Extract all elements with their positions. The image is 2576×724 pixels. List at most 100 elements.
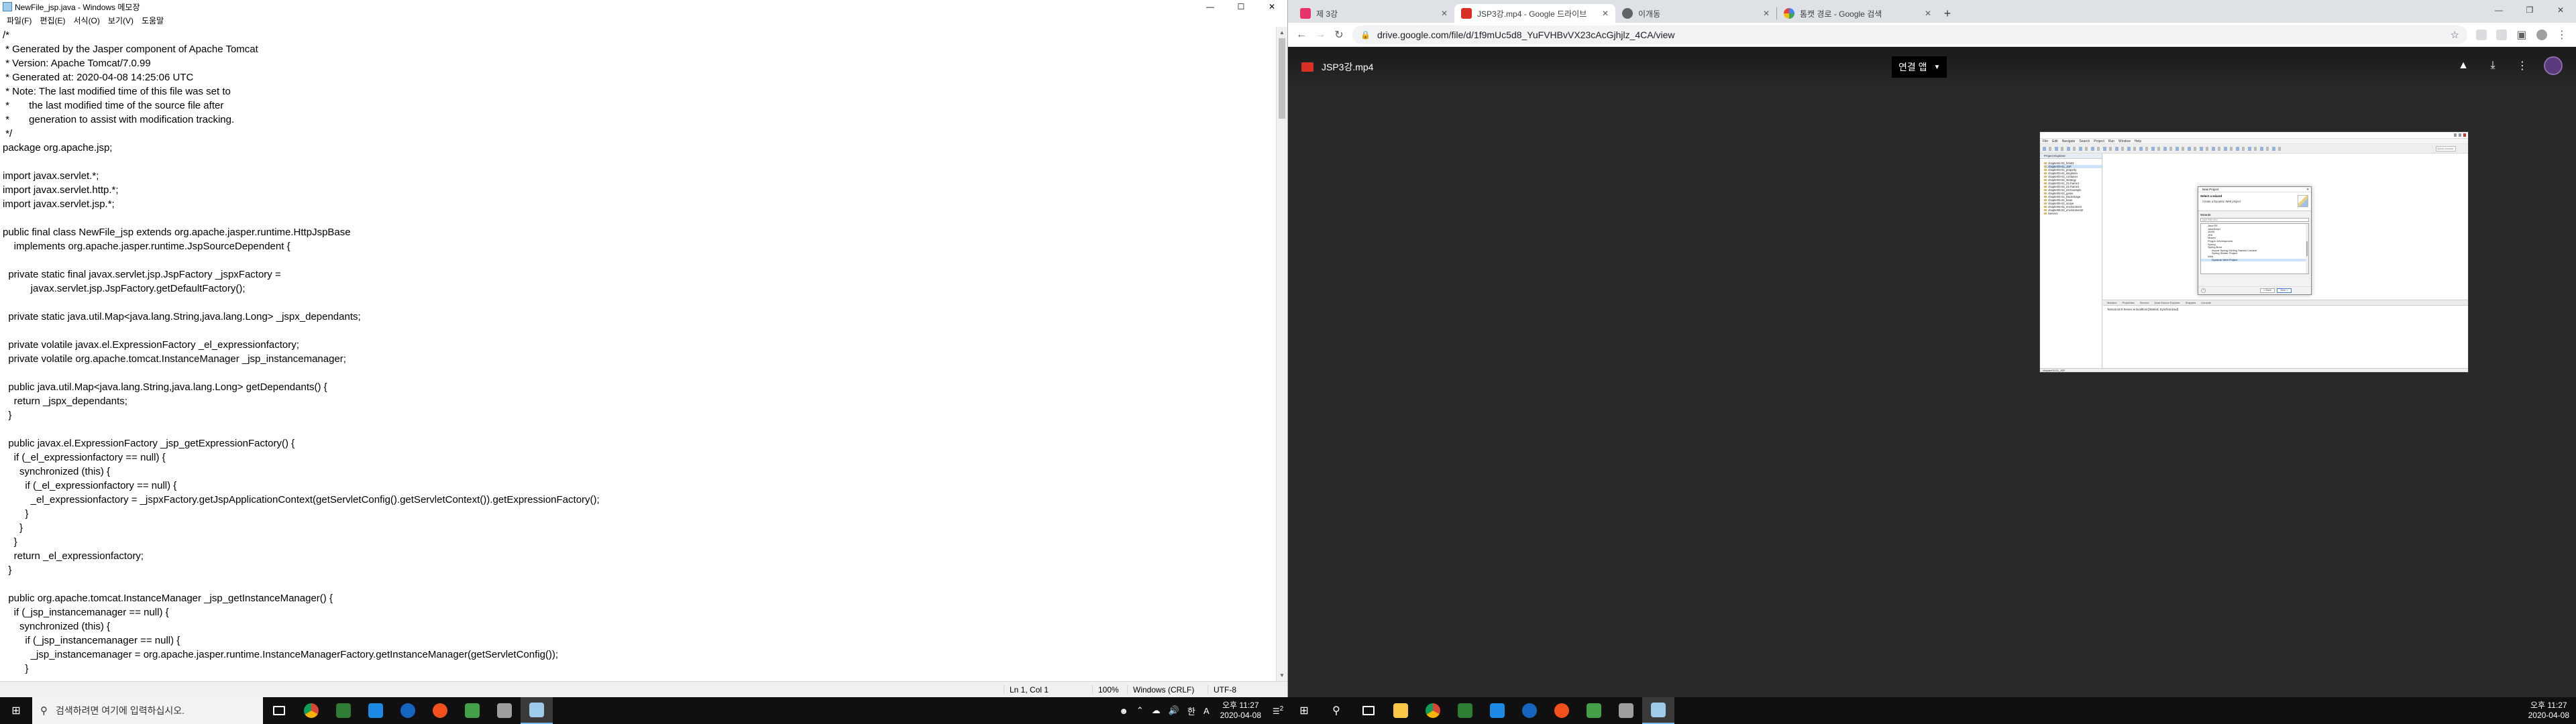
more-vert-icon[interactable]: ⋮: [2514, 59, 2530, 72]
scrollbar-thumb[interactable]: [1279, 38, 1285, 119]
code-line: */: [3, 128, 13, 139]
app-icon-green-2[interactable]: [1578, 697, 1610, 724]
windows-start-icon[interactable]: ⊞: [1288, 697, 1320, 724]
app-icon-orange[interactable]: [1546, 697, 1578, 724]
notification-icon[interactable]: ☰2: [1268, 705, 1288, 716]
desktop: NewFile_jsp.java - Windows 메모장 — ☐ ✕ 파일(…: [0, 0, 2576, 724]
lock-icon[interactable]: 🔒: [1360, 30, 1371, 40]
chevron-up-icon[interactable]: ⌃: [1132, 705, 1148, 716]
eclipse-menu-item: Project: [2094, 139, 2104, 143]
taskbar-clock[interactable]: 오후 11:27 2020-04-08: [1214, 701, 1268, 721]
back-icon[interactable]: ←: [1292, 25, 1311, 44]
extension-icon[interactable]: [2471, 25, 2491, 44]
url-text: drive.google.com/file/d/1f9mUc5d8_YuFVHB…: [1377, 29, 1675, 40]
scroll-down-icon[interactable]: ▼: [1277, 670, 1287, 681]
vscode-icon[interactable]: [1481, 697, 1513, 724]
download-icon[interactable]: ⤓: [2485, 60, 2501, 72]
code-line: private static java.util.Map<java.lang.S…: [3, 311, 361, 322]
tab-igaedong[interactable]: 이개동 ✕: [1615, 4, 1776, 23]
close-icon[interactable]: ✕: [1763, 9, 1770, 18]
maximize-button[interactable]: ☐: [1226, 0, 1256, 13]
search-icon[interactable]: ⚲: [1320, 697, 1352, 724]
menu-file[interactable]: 파일(F): [3, 15, 36, 26]
code-line: * Version: Apache Tomcat/7.0.99: [3, 58, 151, 69]
drive-video-viewer: JSP3강.mp4 연결 앱 ▼ ▲ ⤓ ⋮ File Edit Navigat…: [1288, 47, 2576, 697]
menu-help[interactable]: 도움말: [138, 15, 168, 26]
network-icon[interactable]: ☁: [1148, 705, 1165, 716]
clock-date: 2020-04-08: [1220, 711, 1261, 720]
panel-tab: Data Source Explorer: [2154, 301, 2180, 304]
code-line: return _jspx_dependants;: [3, 396, 127, 407]
app-icon-gray[interactable]: [488, 697, 521, 724]
tab-favicon: [1300, 8, 1311, 19]
more-vert-icon[interactable]: ⋮: [2552, 25, 2572, 44]
notepad-taskbar-icon[interactable]: [521, 697, 553, 724]
close-icon[interactable]: ✕: [1441, 9, 1448, 18]
tab-lecture[interactable]: 제 3강 ✕: [1293, 4, 1454, 23]
profile-icon[interactable]: [2532, 25, 2552, 44]
extension-icon-2[interactable]: [2491, 25, 2512, 44]
bottom-panel-tabs: Markers Properties Servers Data Source E…: [2103, 300, 2468, 306]
close-button[interactable]: ✕: [2545, 0, 2576, 20]
video-player[interactable]: File Edit Navigate Search Project Run Wi…: [2039, 131, 2469, 373]
open-with-button[interactable]: 연결 앱 ▼: [1892, 56, 1947, 78]
code-line: public final class NewFile_jsp extends o…: [3, 227, 351, 238]
restore-button[interactable]: ❐: [2514, 0, 2545, 20]
minimize-button[interactable]: —: [1195, 0, 1226, 13]
code-line: * Generated at: 2020-04-08 14:25:06 UTC: [3, 72, 194, 83]
notepad-titlebar[interactable]: NewFile_jsp.java - Windows 메모장 — ☐ ✕: [0, 0, 1287, 13]
windows-start-icon[interactable]: ⊞: [0, 697, 32, 724]
bookmark-star-icon[interactable]: ☆: [2451, 29, 2459, 41]
taskbar-clock[interactable]: 오후 11:27 2020-04-08: [2522, 701, 2576, 721]
tab-google-search[interactable]: 톰캣 경로 - Google 검색 ✕: [1777, 4, 1938, 23]
code-line: public javax.el.ExpressionFactory _jsp_g…: [3, 438, 295, 449]
address-bar[interactable]: 🔒 drive.google.com/file/d/1f9mUc5d8_YuFV…: [1352, 25, 2467, 44]
code-line: private static final javax.servlet.jsp.J…: [3, 269, 281, 280]
new-tab-button[interactable]: +: [1938, 4, 1957, 23]
menu-view[interactable]: 보기(V): [104, 15, 138, 26]
chrome-icon[interactable]: [295, 697, 327, 724]
file-explorer-icon[interactable]: [1385, 697, 1417, 724]
panel-tab: Console: [2201, 301, 2211, 304]
task-view-icon[interactable]: [1352, 697, 1385, 724]
forward-icon[interactable]: →: [1311, 25, 1330, 44]
ime-indicator[interactable]: 한: [1183, 705, 1199, 717]
taskbar-search[interactable]: ⚲ 검색하려면 여기에 입력하십시오.: [32, 697, 263, 724]
avatar[interactable]: [2544, 56, 2563, 75]
notepad-text-area[interactable]: /* * Generated by the Jasper component o…: [3, 28, 1275, 681]
reload-icon[interactable]: ↻: [1330, 25, 1348, 44]
wizard-tree-item: Dynamic Web Project: [2201, 258, 2308, 262]
person-icon[interactable]: ☻: [1115, 706, 1132, 716]
cast-icon[interactable]: ▣: [2512, 25, 2532, 44]
close-icon[interactable]: ✕: [1602, 9, 1609, 18]
app-icon-blue[interactable]: [1513, 697, 1546, 724]
menu-edit[interactable]: 편집(E): [36, 15, 69, 26]
close-button[interactable]: ✕: [1256, 0, 1287, 13]
eclipse-menu-item: Navigate: [2061, 139, 2076, 143]
menu-format[interactable]: 서식(O): [69, 15, 103, 26]
notepad-taskbar-icon[interactable]: [1642, 697, 1674, 724]
tab-drive-video[interactable]: JSP3강.mp4 - Google 드라이브 ✕: [1454, 4, 1615, 23]
code-line: import javax.servlet.jsp.*;: [3, 198, 115, 210]
code-line: import javax.servlet.*;: [3, 170, 99, 182]
panel-tab: Snippets: [2185, 301, 2196, 304]
dialog-title: New Project: [2202, 188, 2219, 191]
vscode-icon[interactable]: [360, 697, 392, 724]
volume-icon[interactable]: 🔊: [1165, 705, 1183, 716]
close-icon[interactable]: ✕: [1925, 9, 1931, 18]
minimize-button[interactable]: —: [2483, 0, 2514, 20]
vertical-scrollbar[interactable]: ▲ ▼: [1276, 27, 1287, 681]
code-line: }: [3, 508, 29, 520]
app-icon-blue[interactable]: [392, 697, 424, 724]
task-view-icon[interactable]: [263, 697, 295, 724]
app-icon-green[interactable]: [327, 697, 360, 724]
chrome-icon[interactable]: [1417, 697, 1449, 724]
add-to-drive-icon[interactable]: ▲: [2455, 60, 2471, 72]
language-indicator[interactable]: A: [1199, 706, 1214, 716]
app-icon-green[interactable]: [1449, 697, 1481, 724]
code-line: }: [3, 410, 12, 421]
app-icon-orange[interactable]: [424, 697, 456, 724]
scroll-up-icon[interactable]: ▲: [1277, 27, 1287, 38]
app-icon-gray[interactable]: [1610, 697, 1642, 724]
app-icon-green-2[interactable]: [456, 697, 488, 724]
